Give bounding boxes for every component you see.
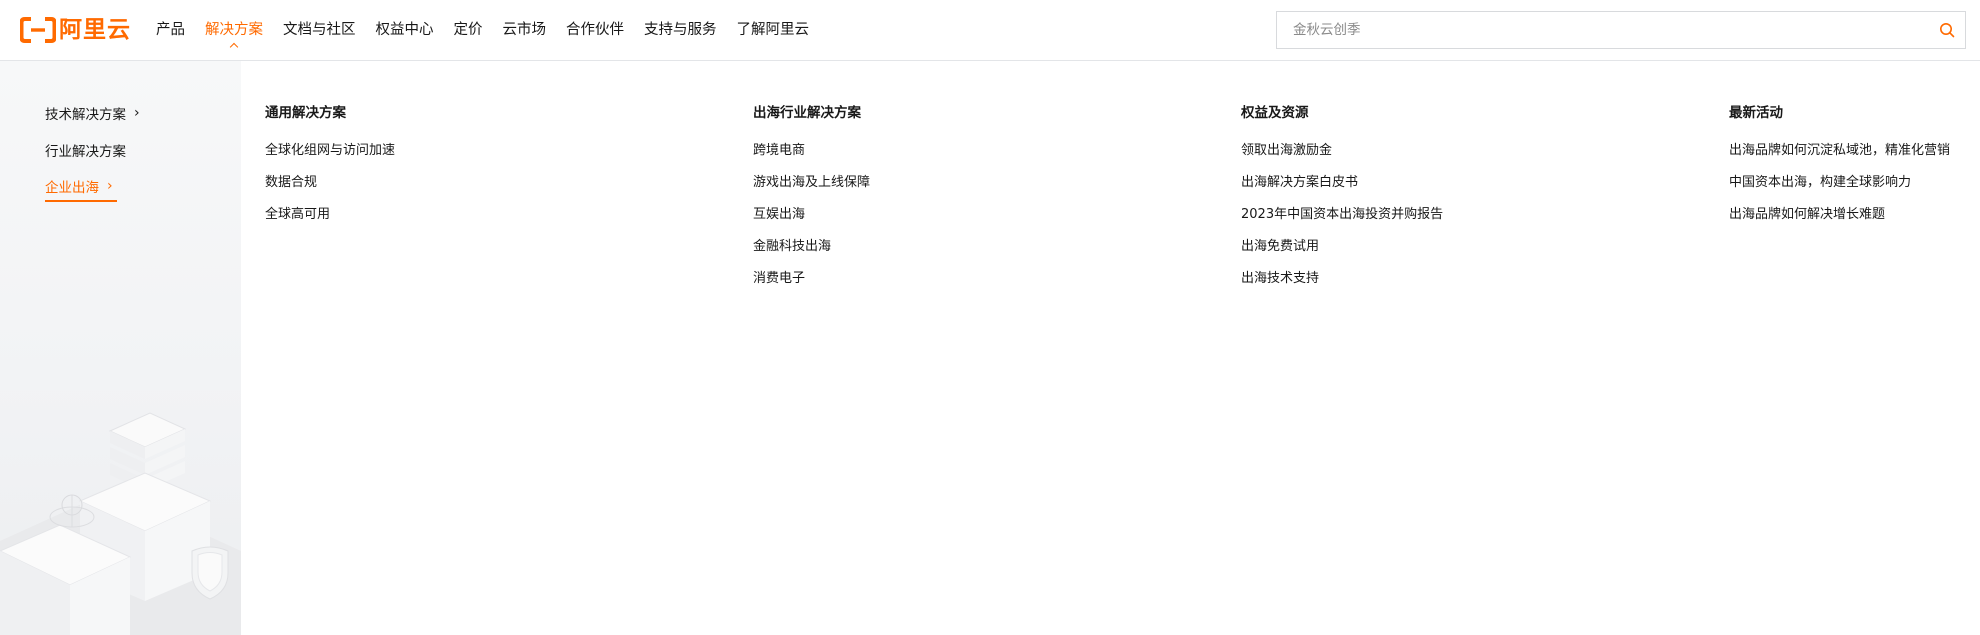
nav-item-label: 定价: [453, 22, 483, 38]
menu-link[interactable]: 全球高可用: [265, 206, 395, 224]
column-link-list: 领取出海激励金 出海解决方案白皮书 2023年中国资本出海投资并购报告 出海免费…: [1241, 142, 1443, 288]
menu-link[interactable]: 互娱出海: [753, 206, 870, 224]
brand-name: 阿里云: [59, 17, 131, 43]
aliyun-logo-icon: [20, 17, 56, 43]
nav-item-marketplace[interactable]: 云市场: [503, 0, 547, 60]
menu-link[interactable]: 全球化组网与访问加速: [265, 142, 395, 160]
column-title: 通用解决方案: [265, 105, 346, 121]
column-link-list: 全球化组网与访问加速 数据合规 全球高可用: [265, 142, 395, 224]
column-title: 最新活动: [1729, 105, 1783, 121]
search-input[interactable]: [1277, 12, 1929, 48]
nav-item-benefits[interactable]: 权益中心: [376, 0, 434, 60]
menu-link[interactable]: 金融科技出海: [753, 238, 870, 256]
menu-link[interactable]: 中国资本出海，构建全球影响力: [1729, 174, 1950, 192]
sidebar-item-label: 行业解决方案: [45, 144, 126, 160]
nav-item-products[interactable]: 产品: [156, 0, 185, 60]
menu-link[interactable]: 出海品牌如何解决增长难题: [1729, 206, 1950, 224]
menu-link[interactable]: 数据合规: [265, 174, 395, 192]
nav-item-label: 云市场: [502, 22, 547, 38]
caret-up-icon: [229, 42, 239, 52]
search-box: [1276, 11, 1966, 49]
sidebar-item-label: 技术解决方案: [45, 107, 126, 123]
nav-item-label: 权益中心: [375, 22, 434, 38]
nav-item-docs-community[interactable]: 文档与社区: [283, 0, 356, 60]
nav-item-support[interactable]: 支持与服务: [644, 0, 717, 60]
sidebar-item-going-global[interactable]: 企业出海 ›: [45, 176, 117, 202]
nav-item-pricing[interactable]: 定价: [454, 0, 483, 60]
nav-item-partners[interactable]: 合作伙伴: [566, 0, 624, 60]
nav-item-label: 产品: [156, 22, 185, 38]
column-link-list: 出海品牌如何沉淀私域池，精准化营销 中国资本出海，构建全球影响力 出海品牌如何解…: [1729, 142, 1950, 224]
menu-link[interactable]: 出海解决方案白皮书: [1241, 174, 1443, 192]
column-link-list: 跨境电商 游戏出海及上线保障 互娱出海 金融科技出海 消费电子: [753, 142, 870, 288]
menu-link[interactable]: 2023年中国资本出海投资并购报告: [1241, 206, 1443, 224]
sidebar-item-tech-solutions[interactable]: 技术解决方案 ›: [45, 103, 140, 123]
sidebar-item-industry-solutions[interactable]: 行业解决方案: [45, 140, 126, 160]
nav-item-label: 解决方案: [205, 22, 263, 38]
column-title: 出海行业解决方案: [753, 105, 861, 121]
menu-link[interactable]: 领取出海激励金: [1241, 142, 1443, 160]
aliyun-logo[interactable]: 阿里云: [20, 15, 131, 45]
main-nav: 产品 解决方案 文档与社区 权益中心 定价 云市场 合作伙伴 支持与服务 了解阿…: [156, 0, 829, 60]
menu-link[interactable]: 出海免费试用: [1241, 238, 1443, 256]
menu-column-general-solutions: 通用解决方案 全球化组网与访问加速 数据合规 全球高可用: [265, 104, 395, 238]
menu-column-benefits-resources: 权益及资源 领取出海激励金 出海解决方案白皮书 2023年中国资本出海投资并购报…: [1241, 104, 1443, 302]
top-navigation-bar: 阿里云 产品 解决方案 文档与社区 权益中心 定价 云市场 合作伙伴 支持与服务…: [0, 0, 1980, 61]
decorative-illustration: [0, 412, 241, 635]
menu-link[interactable]: 消费电子: [753, 270, 870, 288]
search-icon[interactable]: [1929, 12, 1965, 48]
search-icon-glyph: [1940, 23, 1955, 38]
menu-column-latest-events: 最新活动 出海品牌如何沉淀私域池，精准化营销 中国资本出海，构建全球影响力 出海…: [1729, 104, 1950, 238]
solution-category-sidebar: 技术解决方案 › 行业解决方案 企业出海 ›: [0, 61, 241, 635]
nav-item-label: 文档与社区: [283, 22, 356, 38]
sidebar-item-label: 企业出海: [45, 180, 99, 196]
nav-item-label: 合作伙伴: [566, 22, 624, 38]
chevron-right-icon: ›: [107, 178, 113, 194]
menu-link[interactable]: 跨境电商: [753, 142, 870, 160]
nav-item-label: 了解阿里云: [736, 22, 810, 38]
column-title: 权益及资源: [1241, 105, 1309, 121]
menu-link[interactable]: 游戏出海及上线保障: [753, 174, 870, 192]
menu-link[interactable]: 出海品牌如何沉淀私域池，精准化营销: [1729, 142, 1950, 160]
nav-item-about[interactable]: 了解阿里云: [737, 0, 810, 60]
menu-column-industry-solutions: 出海行业解决方案 跨境电商 游戏出海及上线保障 互娱出海 金融科技出海 消费电子: [753, 104, 870, 302]
chevron-right-icon: ›: [134, 105, 140, 121]
menu-link[interactable]: 出海技术支持: [1241, 270, 1443, 288]
nav-item-label: 支持与服务: [644, 22, 717, 38]
nav-item-solutions[interactable]: 解决方案: [205, 0, 263, 60]
